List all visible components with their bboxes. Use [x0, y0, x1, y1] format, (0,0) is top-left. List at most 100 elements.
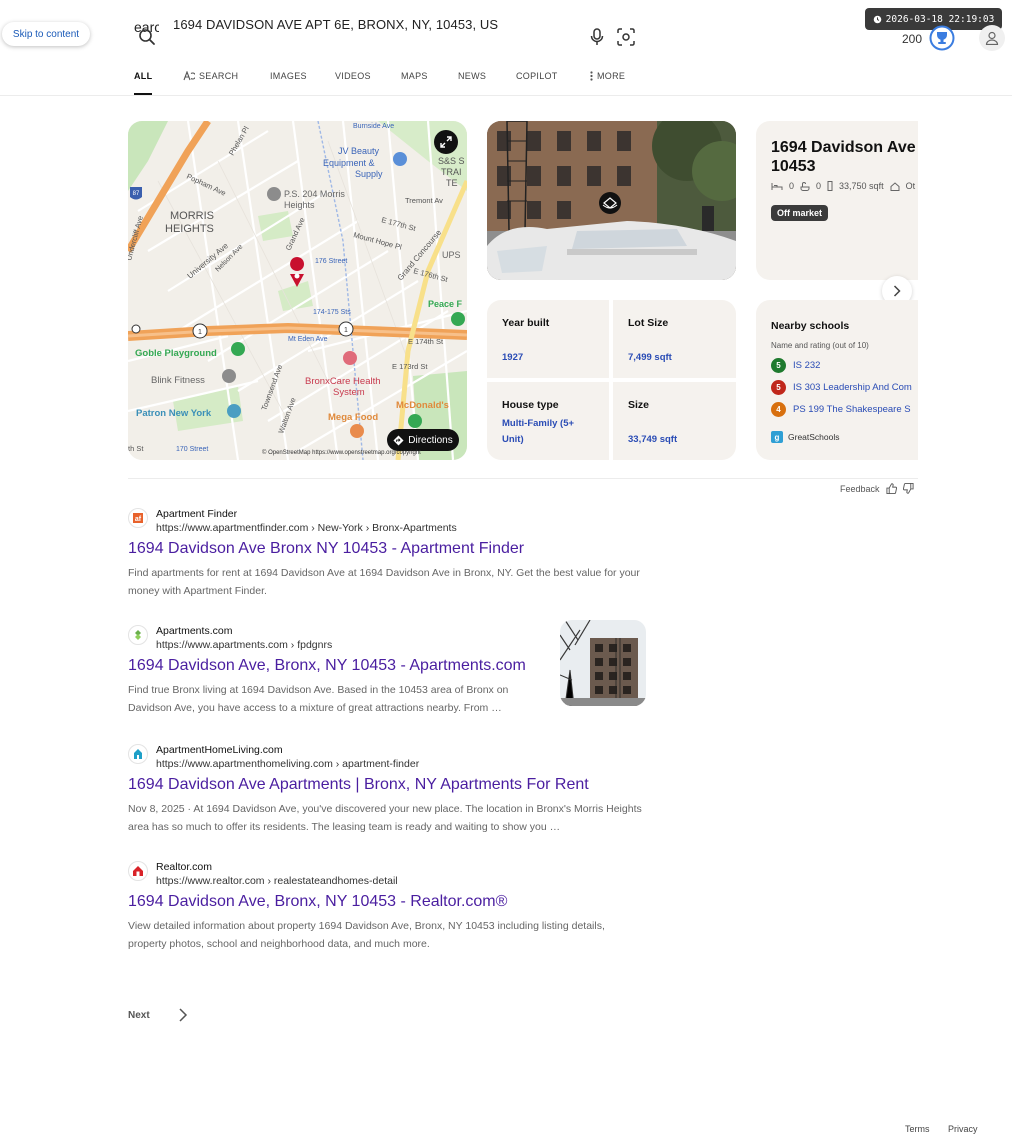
apartmenthomeliving-favicon-icon	[128, 744, 148, 764]
tab-all-label: ALL	[134, 71, 153, 81]
map-label-morris-2: HEIGHTS	[165, 223, 214, 235]
map-label-burnside: Burnside Ave	[353, 123, 394, 130]
pagination-next-button[interactable]: Next	[128, 1010, 150, 1021]
map-label-jv-beauty-3: Supply	[355, 169, 383, 179]
tab-search[interactable]: SEARCH	[183, 71, 238, 95]
header-divider	[0, 95, 1012, 96]
school-row[interactable]: 4 PS 199 The Shakespeare S	[771, 401, 918, 417]
property-meta: 0 0 33,750 sqft Ot	[771, 181, 918, 191]
fact-house-type: House type Multi-Family (5+ Unit)	[487, 382, 609, 460]
result-url[interactable]: https://www.apartmenthomeliving.com › ap…	[156, 758, 419, 770]
chevron-right-icon	[893, 285, 901, 297]
search-result: ApartmentHomeLiving.com https://www.apar…	[128, 744, 648, 834]
map-label-ups: UPS	[442, 250, 461, 260]
privacy-link[interactable]: Privacy	[948, 1124, 978, 1134]
map-label-morris-1: MORRIS	[170, 210, 214, 222]
timestamp-text: 2026-03-18 22:19:03	[885, 13, 995, 25]
bath-icon	[800, 181, 810, 191]
tab-more[interactable]: MORE	[590, 71, 625, 95]
school-name-link[interactable]: IS 303 Leadership And Com	[793, 382, 912, 393]
school-name-link[interactable]: PS 199 The Shakespeare S	[793, 404, 911, 415]
map-card[interactable]: 87 1 1 Burnside Ave Phelan Pl JV Beauty …	[128, 121, 467, 460]
result-thumbnail-image[interactable]	[560, 620, 646, 706]
beds-count: 0	[789, 181, 795, 191]
schools-subtitle: Name and rating (out of 10)	[771, 341, 869, 350]
map-label-ss-2: TRAI	[441, 167, 462, 177]
school-rating-badge: 5	[771, 357, 786, 373]
school-rating-badge: 4	[771, 401, 786, 417]
microphone-icon[interactable]	[589, 28, 605, 46]
result-site-name[interactable]: ApartmentHomeLiving.com	[156, 744, 283, 756]
result-url[interactable]: https://www.apartments.com › fpdgnrs	[156, 639, 332, 651]
school-row[interactable]: 5 IS 232	[771, 357, 918, 373]
result-title-link[interactable]: 1694 Davidson Ave, Bronx, NY 10453 - Apa…	[128, 657, 526, 675]
thumbs-up-icon[interactable]	[885, 483, 897, 494]
map-label-th-st: th St	[128, 444, 144, 453]
fact-value: 7,499 sqft	[628, 352, 672, 363]
tab-images-label: IMAGES	[270, 71, 307, 81]
bed-icon	[771, 182, 783, 190]
result-title-link[interactable]: 1694 Davidson Ave Apartments | Bronx, NY…	[128, 776, 589, 794]
result-snippet: Nov 8, 2025 · At 1694 Davidson Ave, you'…	[128, 803, 642, 833]
tab-news[interactable]: NEWS	[458, 71, 486, 95]
map-label-ps204-1: P.S. 204 Morris	[284, 189, 345, 199]
map-label-e174: E 174th St	[408, 337, 444, 346]
cards-divider	[128, 478, 918, 479]
map-label-blink: Blink Fitness	[151, 375, 205, 386]
user-account-icon[interactable]	[979, 25, 1005, 51]
expand-map-button[interactable]	[434, 130, 458, 154]
tab-images[interactable]: IMAGES	[270, 71, 307, 95]
result-site-name[interactable]: Realtor.com	[156, 861, 212, 873]
result-title-link[interactable]: 1694 Davidson Ave Bronx NY 10453 - Apart…	[128, 540, 524, 558]
result-site-name[interactable]: Apartment Finder	[156, 508, 237, 520]
apartments-com-favicon-icon	[128, 625, 148, 645]
terms-link[interactable]: Terms	[905, 1124, 930, 1134]
apartmentfinder-favicon-icon: af	[128, 508, 148, 528]
map-label-goble: Goble Playground	[135, 348, 217, 359]
tab-maps[interactable]: MAPS	[401, 71, 428, 95]
rewards-trophy-icon[interactable]	[929, 25, 955, 51]
visual-search-icon[interactable]	[617, 28, 635, 46]
search-icon[interactable]	[138, 28, 156, 46]
result-url[interactable]: https://www.realtor.com › realestateandh…	[156, 875, 398, 887]
result-url[interactable]: https://www.apartmentfinder.com › New-Yo…	[156, 522, 457, 534]
tab-copilot[interactable]: COPILOT	[516, 71, 558, 95]
tab-videos[interactable]: VIDEOS	[335, 71, 371, 95]
result-site-name[interactable]: Apartments.com	[156, 625, 232, 637]
map-label-ps204-2: Heights	[284, 200, 315, 210]
home-icon	[890, 181, 900, 191]
tab-maps-label: MAPS	[401, 71, 428, 81]
clock-icon	[873, 15, 881, 23]
chevron-right-icon[interactable]	[177, 1008, 189, 1022]
property-type-short: Ot	[905, 181, 916, 191]
map-label-bronxcare-1: BronxCare Health	[305, 376, 381, 387]
rewards-points[interactable]: 200	[902, 32, 922, 46]
fact-value: Multi-Family (5+ Unit)	[502, 418, 575, 445]
directions-button[interactable]: Directions	[387, 429, 459, 451]
map-label-highway-1a: 1	[198, 329, 202, 336]
property-title[interactable]: 1694 Davidson Ave 10453	[771, 138, 921, 176]
svg-text:g: g	[775, 433, 780, 442]
school-row[interactable]: 5 IS 303 Leadership And Com	[771, 379, 918, 395]
map-label-170-street: 170 Street	[176, 446, 208, 453]
fact-label: House type	[502, 399, 559, 411]
school-name-link[interactable]: IS 232	[793, 360, 820, 371]
tab-news-label: NEWS	[458, 71, 487, 81]
school-rating-badge: 5	[771, 379, 786, 395]
feedback-label: Feedback	[840, 483, 880, 494]
realtor-favicon-icon	[128, 861, 148, 881]
search-input[interactable]: 1694 DAVIDSON AVE APT 6E, BRONX, NY, 104…	[173, 17, 498, 32]
search-result: Realtor.com https://www.realtor.com › re…	[128, 861, 648, 951]
map-attribution: © OpenStreetMap https://www.openstreetma…	[262, 450, 421, 456]
tab-more-label: MORE	[597, 71, 626, 81]
thumbs-down-icon[interactable]	[902, 483, 914, 494]
tab-all[interactable]: ALL	[134, 71, 153, 95]
baths-count: 0	[816, 181, 822, 191]
feedback: Feedback	[840, 483, 914, 494]
result-title-link[interactable]: 1694 Davidson Ave, Bronx, NY 10453 - Rea…	[128, 893, 507, 911]
street-view-photo[interactable]	[487, 121, 736, 280]
map-label-e173: E 173rd St	[392, 362, 428, 371]
map-label-tremont: Tremont Av	[405, 196, 443, 205]
skip-to-content-link[interactable]: Skip to content	[2, 22, 90, 46]
greatschools-source[interactable]: g GreatSchools	[771, 431, 840, 443]
